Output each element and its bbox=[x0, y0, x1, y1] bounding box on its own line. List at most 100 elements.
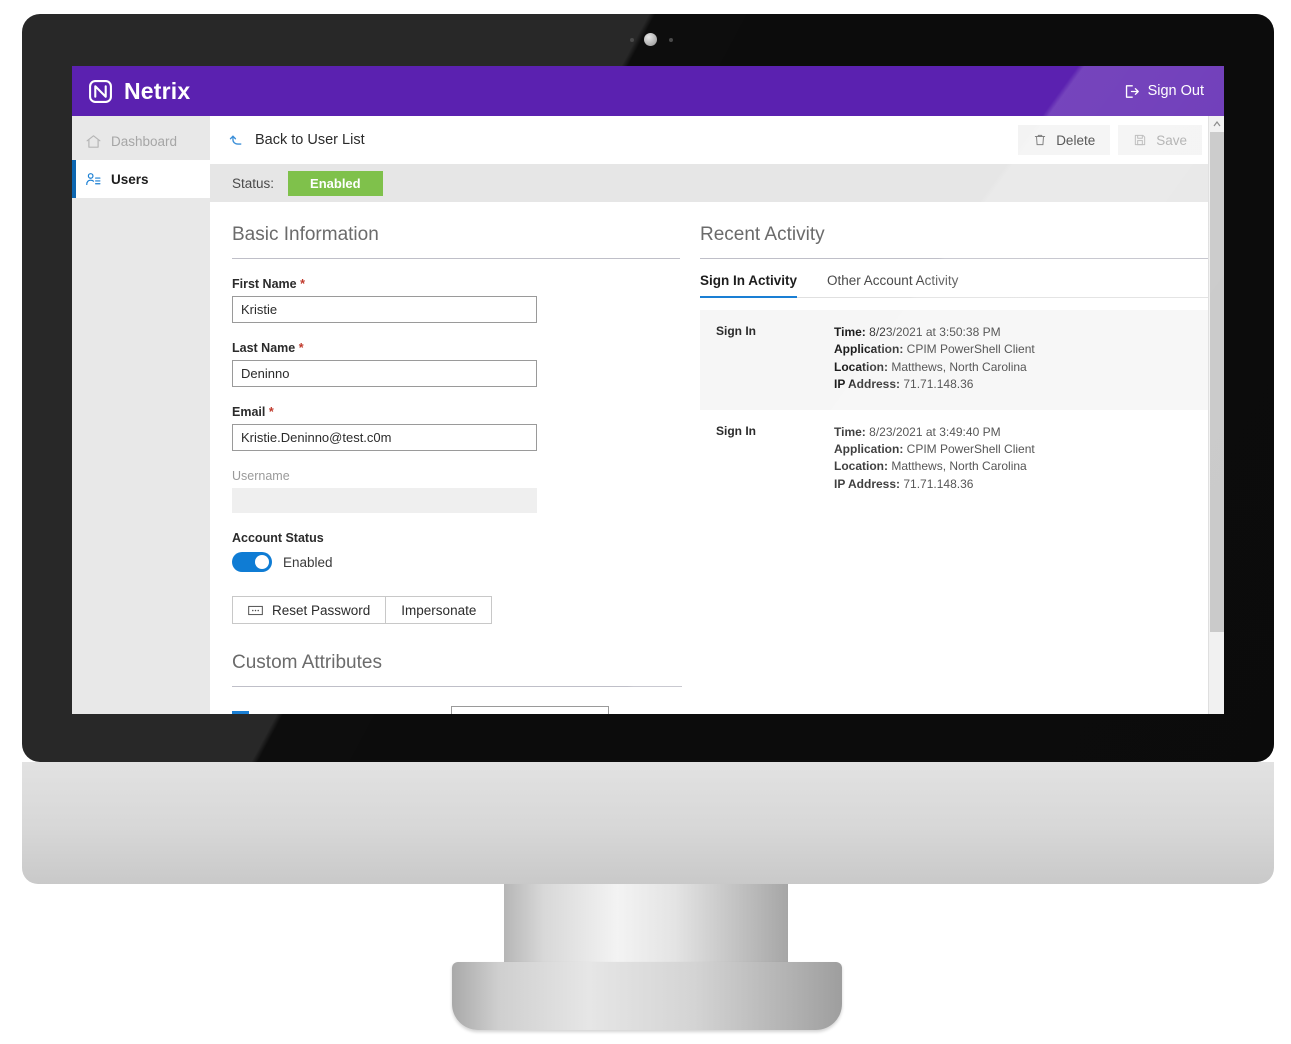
application-label: Application: bbox=[834, 441, 904, 456]
basic-information-panel: Basic Information First Name * Last Na bbox=[210, 224, 682, 714]
trash-icon bbox=[1035, 134, 1046, 146]
save-label: Save bbox=[1156, 132, 1187, 148]
required-marker: * bbox=[298, 341, 304, 355]
basic-information-heading: Basic Information bbox=[232, 224, 379, 245]
divider bbox=[700, 258, 1224, 259]
back-to-user-list-button[interactable]: Back to User List bbox=[222, 127, 371, 154]
last-name-input[interactable] bbox=[232, 360, 537, 387]
ip-address-label: IP Address: bbox=[834, 377, 901, 392]
users-icon bbox=[86, 172, 101, 185]
webcam-icon bbox=[644, 33, 657, 46]
account-action-buttons: Reset Password Impersonate bbox=[232, 596, 680, 624]
application-label: Application: bbox=[834, 342, 904, 357]
time-value: 8/23/2021 at 3:49:40 PM bbox=[869, 424, 1001, 439]
monitor-chin bbox=[22, 762, 1274, 884]
chevron-up-icon bbox=[1213, 121, 1220, 127]
status-strip: Status: Enabled bbox=[210, 164, 1224, 202]
activity-application-row: Application: CPIM PowerShell Client bbox=[834, 341, 1035, 358]
account-status-row: Enabled bbox=[232, 552, 680, 572]
sign-out-icon bbox=[1125, 84, 1139, 98]
time-label: Time: bbox=[834, 424, 866, 439]
email-group: Email * bbox=[232, 405, 680, 451]
location-label: Location: bbox=[834, 459, 888, 474]
first-name-input[interactable] bbox=[232, 296, 537, 323]
customer-id-input[interactable] bbox=[451, 706, 609, 714]
sidebar-item-dashboard-label: Dashboard bbox=[111, 133, 178, 149]
delete-button[interactable]: Delete bbox=[1018, 125, 1111, 155]
scrollbar-up-arrow[interactable] bbox=[1209, 116, 1224, 132]
app-body: Dashboard Users Back to User List Delete… bbox=[72, 116, 1224, 714]
activity-location-row: Location: Matthews, North Carolina bbox=[834, 458, 1035, 475]
email-label: Email * bbox=[232, 405, 680, 419]
last-name-group: Last Name * bbox=[232, 341, 680, 387]
delete-label: Delete bbox=[1056, 132, 1096, 148]
status-badge: Enabled bbox=[288, 170, 383, 196]
tab-sign-in-activity[interactable]: Sign In Activity bbox=[700, 273, 798, 298]
application-value: CPIM PowerShell Client bbox=[906, 441, 1035, 456]
sign-out-button[interactable]: Sign Out bbox=[1117, 79, 1210, 104]
activity-time-row: Time: 8/23/2021 at 3:49:40 PM bbox=[834, 424, 1035, 441]
ip-address-value: 71.71.148.36 bbox=[903, 476, 974, 491]
sidebar-item-dashboard[interactable]: Dashboard bbox=[72, 122, 210, 160]
location-value: Matthews, North Carolina bbox=[891, 459, 1027, 474]
activity-details: Time: 8/23/2021 at 3:50:38 PM Applicatio… bbox=[834, 324, 1035, 394]
activity-tabs: Sign In Activity Other Account Activity bbox=[700, 273, 1224, 298]
custom-attribute-row: CustomerID bbox=[232, 706, 680, 714]
toolbar-actions: Delete Save bbox=[1018, 125, 1202, 155]
first-name-group: First Name * bbox=[232, 277, 680, 323]
time-value: 8/23/2021 at 3:50:38 PM bbox=[869, 325, 1001, 339]
email-field[interactable] bbox=[232, 424, 537, 451]
activity-details: Time: 8/23/2021 at 3:49:40 PM Applicatio… bbox=[834, 424, 1035, 494]
app-header: Netrix Sign Out bbox=[72, 66, 1224, 116]
monitor-scene: Netrix Sign Out Dashboard Users Back to … bbox=[0, 0, 1291, 1044]
sidebar-item-users-label: Users bbox=[111, 171, 149, 187]
main-card: Basic Information First Name * Last Na bbox=[210, 202, 1224, 714]
brand-name: Netrix bbox=[124, 77, 191, 104]
toolbar: Back to User List Delete Save bbox=[210, 116, 1224, 164]
screen: Netrix Sign Out Dashboard Users Back to … bbox=[72, 66, 1224, 714]
tab-other-account-activity[interactable]: Other Account Activity bbox=[827, 273, 958, 297]
username-label: Username bbox=[232, 469, 290, 483]
recent-activity-panel: Recent Activity Sign In Activity Other A… bbox=[680, 224, 1224, 714]
impersonate-button[interactable]: Impersonate bbox=[386, 596, 493, 624]
password-dots-icon bbox=[248, 605, 263, 615]
scrollbar-thumb[interactable] bbox=[1210, 132, 1224, 632]
content-column: Back to User List Delete Save Status: En… bbox=[210, 116, 1224, 714]
customer-id-checkbox[interactable] bbox=[232, 711, 249, 714]
ip-address-value: 71.71.148.36 bbox=[903, 377, 974, 392]
activity-location-row: Location: Matthews, North Carolina bbox=[834, 359, 1035, 376]
activity-entry: Sign In Time: 8/23/2021 at 3:49:40 PM Ap… bbox=[700, 409, 1224, 510]
sidebar: Dashboard Users bbox=[72, 116, 210, 714]
customer-id-label: CustomerID bbox=[261, 712, 333, 714]
activity-time-row: Time: 8/23/2021 at 3:50:38 PM bbox=[834, 324, 1035, 341]
activity-application-row: Application: CPIM PowerShell Client bbox=[834, 441, 1035, 458]
account-status-toggle[interactable] bbox=[232, 552, 272, 572]
account-status-group: Account Status Enabled bbox=[232, 531, 680, 572]
sidebar-item-users[interactable]: Users bbox=[72, 160, 210, 198]
divider bbox=[232, 258, 680, 259]
application-value: CPIM PowerShell Client bbox=[906, 342, 1035, 357]
divider bbox=[232, 686, 682, 687]
location-label: Location: bbox=[834, 359, 888, 374]
custom-attribute-name: CustomerID bbox=[232, 711, 451, 714]
back-to-user-list-label: Back to User List bbox=[255, 132, 365, 148]
save-disk-icon bbox=[1135, 134, 1146, 146]
vertical-scrollbar[interactable] bbox=[1208, 116, 1224, 714]
required-marker: * bbox=[300, 277, 305, 291]
account-status-toggle-text: Enabled bbox=[283, 554, 333, 570]
email-label-text: Email bbox=[232, 405, 266, 419]
last-name-label: Last Name * bbox=[232, 341, 680, 355]
custom-attributes-heading: Custom Attributes bbox=[232, 652, 382, 673]
sensor-dot-left bbox=[630, 38, 634, 42]
time-label: Time: bbox=[834, 325, 866, 339]
ip-address-label: IP Address: bbox=[834, 476, 901, 491]
save-button[interactable]: Save bbox=[1118, 125, 1202, 155]
reset-password-button[interactable]: Reset Password bbox=[232, 596, 387, 624]
activity-ip-row: IP Address: 71.71.148.36 bbox=[834, 376, 1035, 393]
status-label: Status: bbox=[232, 175, 275, 191]
reset-password-label: Reset Password bbox=[272, 602, 371, 618]
sign-out-label: Sign Out bbox=[1147, 83, 1204, 99]
username-input bbox=[232, 488, 537, 513]
activity-ip-row: IP Address: 71.71.148.36 bbox=[834, 476, 1035, 493]
back-arrow-icon bbox=[229, 135, 242, 145]
